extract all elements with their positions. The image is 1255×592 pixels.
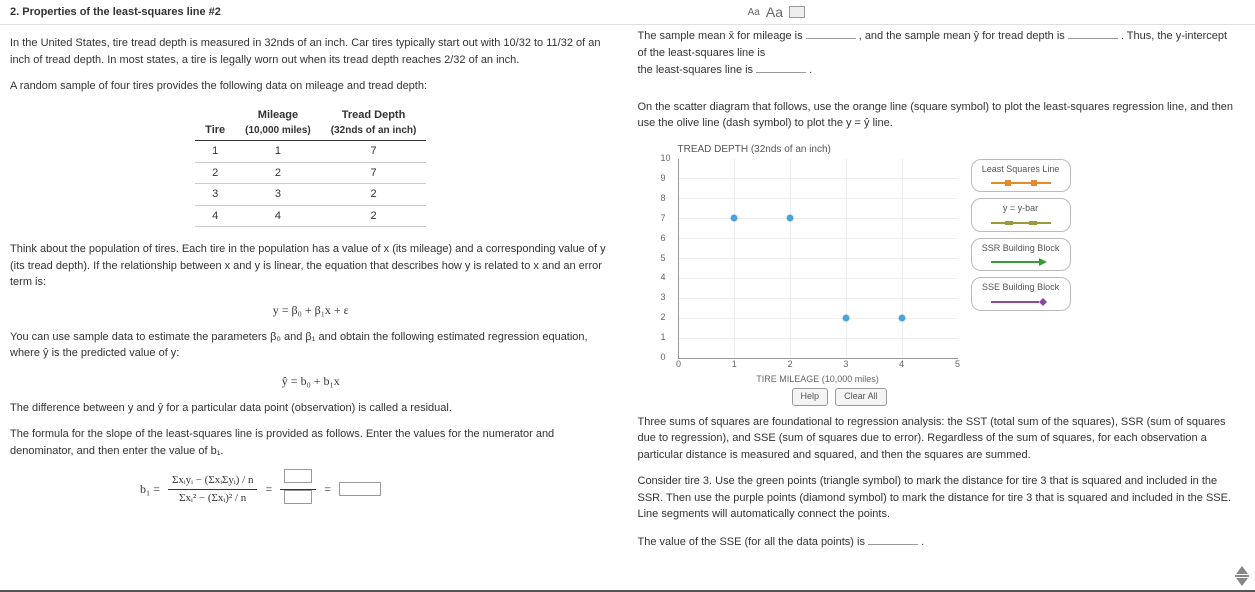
chart-plot-area[interactable]: 0 1 2 3 4 5 6 7 8 9 10 0 1 2 3 4 [678, 159, 958, 359]
tire3-instruction: Consider tire 3. Use the green points (t… [638, 473, 1240, 523]
b1-label: b₁ = [140, 480, 160, 498]
table-row: 117 [195, 141, 426, 163]
clear-all-button[interactable]: Clear All [835, 388, 887, 406]
b1-fraction-symbolic: Σxᵢyᵢ − (ΣxᵢΣyᵢ) / n Σxᵢ² − (Σxᵢ)² / n [168, 472, 258, 506]
chart-y-title: TREAD DEPTH (32nds of an inch) [638, 142, 1118, 157]
th-depth: Tread Depth(32nds of an inch) [321, 105, 427, 141]
residual-definition: The difference between y and ŷ for a par… [10, 400, 612, 417]
denominator-input[interactable] [284, 490, 312, 504]
scroll-down-icon[interactable] [1236, 578, 1248, 586]
population-paragraph: Think about the population of tires. Eac… [10, 241, 612, 291]
equation-estimated: ŷ = b₀ + b₁x [10, 372, 612, 390]
plot-instruction: On the scatter diagram that follows, use… [638, 99, 1240, 132]
chart-legend: Least Squares Line y = y-bar SSR Buildin… [971, 159, 1071, 317]
chart-buttons: Help Clear All [788, 388, 1118, 406]
b1-result-input[interactable] [339, 482, 381, 496]
text-smaller-icon[interactable]: Aa [748, 7, 760, 18]
left-column: In the United States, tire tread depth i… [0, 25, 628, 591]
slope-instruction: The formula for the slope of the least-s… [10, 426, 612, 459]
scroll-indicator[interactable] [1233, 565, 1251, 587]
b1-formula: b₁ = Σxᵢyᵢ − (ΣxᵢΣyᵢ) / n Σxᵢ² − (Σxᵢ)² … [10, 469, 612, 509]
display-mode-icon[interactable] [789, 6, 805, 18]
sums-of-squares-paragraph: Three sums of squares are foundational t… [638, 414, 1240, 464]
legend-sse[interactable]: SSE Building Block [971, 277, 1071, 311]
data-point [898, 314, 905, 321]
legend-ybar[interactable]: y = y-bar [971, 198, 1071, 232]
content-columns: In the United States, tire tread depth i… [0, 25, 1255, 591]
legend-ssr[interactable]: SSR Building Block [971, 238, 1071, 272]
equation-population: y = β₀ + β₁x + ε [10, 301, 612, 319]
xbar-blank[interactable] [806, 27, 856, 39]
scatter-chart[interactable]: TREAD DEPTH (32nds of an inch) 0 1 2 3 4… [638, 142, 1118, 406]
numerator-input[interactable] [284, 469, 312, 483]
text-larger-icon[interactable]: Aa [766, 4, 783, 20]
estimation-paragraph: You can use sample data to estimate the … [10, 329, 612, 362]
text-size-tools: Aa Aa [748, 4, 805, 20]
intro-paragraph-2: A random sample of four tires provides t… [10, 78, 612, 95]
page-title: 2. Properties of the least-squares line … [10, 6, 221, 18]
table-row: 227 [195, 162, 426, 184]
table-row: 332 [195, 184, 426, 206]
th-tire: Tire [195, 105, 235, 141]
b1-fraction-inputs [280, 469, 316, 509]
help-button[interactable]: Help [792, 388, 829, 406]
topbar: 2. Properties of the least-squares line … [0, 0, 1255, 25]
scroll-up-icon[interactable] [1236, 566, 1248, 574]
ybar-blank[interactable] [1068, 27, 1118, 39]
data-point [842, 314, 849, 321]
intercept-blank[interactable] [756, 61, 806, 73]
sse-question: The value of the SSE (for all the data p… [638, 533, 1240, 551]
chart-x-label: TIRE MILEAGE (10,000 miles) [678, 373, 958, 387]
sse-blank[interactable] [868, 533, 918, 545]
legend-least-squares[interactable]: Least Squares Line [971, 159, 1071, 193]
data-point [787, 215, 794, 222]
th-mileage: Mileage(10,000 miles) [235, 105, 321, 141]
sample-means-paragraph: The sample mean x̄ for mileage is , and … [638, 27, 1240, 79]
table-row: 442 [195, 205, 426, 227]
intro-paragraph-1: In the United States, tire tread depth i… [10, 35, 612, 68]
data-table: Tire Mileage(10,000 miles) Tread Depth(3… [195, 105, 426, 228]
data-point [731, 215, 738, 222]
right-column: The sample mean x̄ for mileage is , and … [628, 25, 1255, 591]
